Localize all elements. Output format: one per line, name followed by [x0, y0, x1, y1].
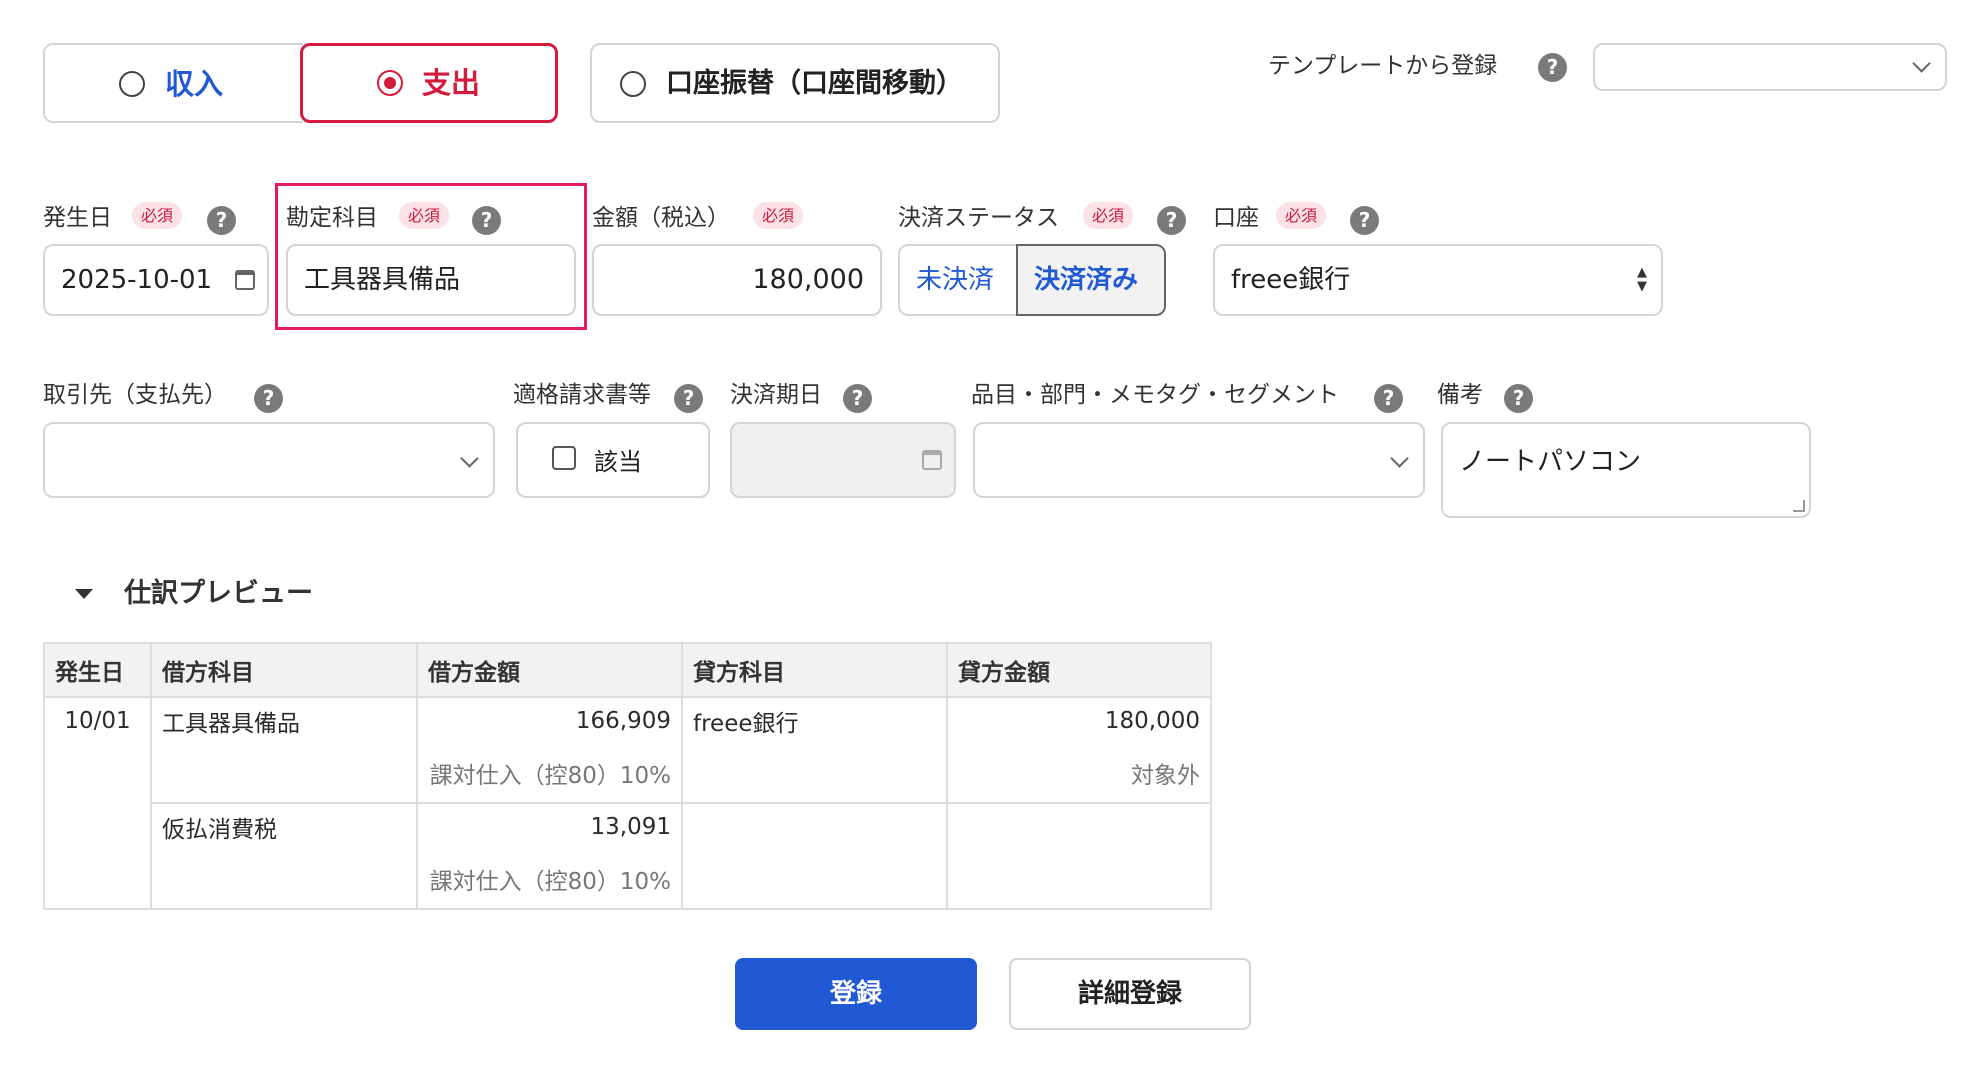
register-button[interactable]: 登録 — [735, 958, 977, 1030]
amount-input[interactable]: 180,000 — [592, 244, 882, 316]
invoice-checkbox[interactable] — [552, 446, 576, 470]
invoice-help-icon[interactable]: ? — [674, 384, 703, 413]
required-badge: 必須 — [753, 202, 804, 229]
credit-amount-cell — [946, 802, 1212, 910]
calendar-icon[interactable] — [922, 450, 942, 470]
wallet-label: 口座 — [1213, 205, 1259, 231]
select-arrows-icon: ▲ ▼ — [1637, 265, 1647, 294]
expense-radio-icon — [377, 70, 403, 96]
table-header-row: 発生日 借方科目 借方金額 貸方科目 貸方金額 — [43, 642, 1212, 698]
preview-toggle[interactable]: 仕訳プレビュー — [72, 575, 332, 613]
wallet-select[interactable]: freee銀行 ▲ ▼ — [1213, 244, 1663, 316]
column-header: 発生日 — [43, 642, 152, 698]
partner-help-icon[interactable]: ? — [254, 384, 283, 413]
tags-select[interactable] — [973, 422, 1425, 498]
tab-transfer[interactable]: 口座振替（口座間移動） — [590, 43, 1000, 123]
invoice-label: 適格請求書等 — [513, 382, 651, 408]
income-radio-icon — [119, 71, 145, 97]
memo-help-icon[interactable]: ? — [1504, 384, 1533, 413]
due-date-input[interactable] — [730, 422, 956, 498]
tab-income[interactable]: 収入 — [43, 43, 303, 123]
required-badge: 必須 — [1083, 202, 1134, 229]
table-row: 仮払消費税 13,091 課対仕入（控80）10% — [44, 802, 1212, 910]
debit-item-cell: 仮払消費税 — [150, 802, 418, 910]
date-help-icon[interactable]: ? — [207, 206, 236, 235]
caret-down-icon — [75, 589, 93, 599]
debit-amount-cell: 13,091 課対仕入（控80）10% — [416, 802, 683, 910]
tab-income-label: 収入 — [165, 67, 224, 101]
detail-register-button[interactable]: 詳細登録 — [1009, 958, 1251, 1030]
column-header: 借方金額 — [416, 642, 683, 698]
chevron-down-icon — [1912, 54, 1931, 73]
partner-select[interactable] — [43, 422, 495, 498]
date-label: 発生日 — [43, 205, 112, 231]
invoice-checkbox-box[interactable]: 該当 — [516, 422, 710, 498]
memo-textarea[interactable]: ノートパソコン — [1441, 422, 1811, 518]
preview-title: 仕訳プレビュー — [124, 578, 313, 609]
calendar-icon[interactable] — [235, 270, 255, 290]
chevron-down-icon — [460, 449, 479, 468]
tab-expense-label: 支出 — [422, 66, 481, 100]
memo-label: 備考 — [1437, 382, 1483, 408]
template-label: テンプレートから登録 — [1268, 53, 1498, 79]
date-input[interactable]: 2025-10-01 — [43, 244, 269, 316]
debit-amount-cell: 166,909 課対仕入（控80）10% — [416, 696, 683, 804]
required-badge: 必須 — [132, 202, 183, 229]
template-select[interactable] — [1593, 43, 1947, 91]
due-date-help-icon[interactable]: ? — [843, 384, 872, 413]
tags-help-icon[interactable]: ? — [1374, 384, 1403, 413]
unsettled-button[interactable]: 未決済 — [898, 244, 1018, 316]
resize-handle-icon[interactable] — [1793, 500, 1805, 512]
amount-label: 金額（税込） — [592, 205, 730, 231]
column-header: 借方科目 — [150, 642, 418, 698]
wallet-help-icon[interactable]: ? — [1350, 206, 1379, 235]
credit-item-cell — [681, 802, 948, 910]
tags-label: 品目・部門・メモタグ・セグメント — [971, 382, 1339, 408]
column-header: 貸方金額 — [946, 642, 1212, 698]
settlement-help-icon[interactable]: ? — [1157, 206, 1186, 235]
date-cell: 10/01 — [43, 696, 152, 910]
required-badge: 必須 — [1276, 202, 1327, 229]
credit-item-cell: freee銀行 — [681, 696, 948, 804]
settlement-status-toggle: 未決済 決済済み — [898, 244, 1166, 316]
settled-button[interactable]: 決済済み — [1016, 244, 1166, 316]
tab-expense[interactable]: 支出 — [300, 43, 558, 123]
template-help-icon[interactable]: ? — [1538, 53, 1567, 82]
partner-label: 取引先（支払先） — [43, 382, 227, 408]
chevron-down-icon — [1390, 449, 1409, 468]
journal-preview-table: 発生日 借方科目 借方金額 貸方科目 貸方金額 10/01 工具器具備品 166… — [43, 642, 1212, 910]
column-header: 貸方科目 — [681, 642, 948, 698]
due-date-label: 決済期日 — [730, 382, 822, 408]
settlement-status-label: 決済ステータス — [898, 205, 1059, 231]
transfer-radio-icon — [620, 71, 646, 97]
table-row: 10/01 工具器具備品 166,909 課対仕入（控80）10% freee銀… — [43, 696, 1212, 910]
account-item-input[interactable]: 工具器具備品 — [286, 244, 576, 316]
tab-transfer-label: 口座振替（口座間移動） — [666, 68, 963, 99]
credit-amount-cell: 180,000 対象外 — [946, 696, 1212, 804]
debit-item-cell: 工具器具備品 — [150, 696, 418, 804]
